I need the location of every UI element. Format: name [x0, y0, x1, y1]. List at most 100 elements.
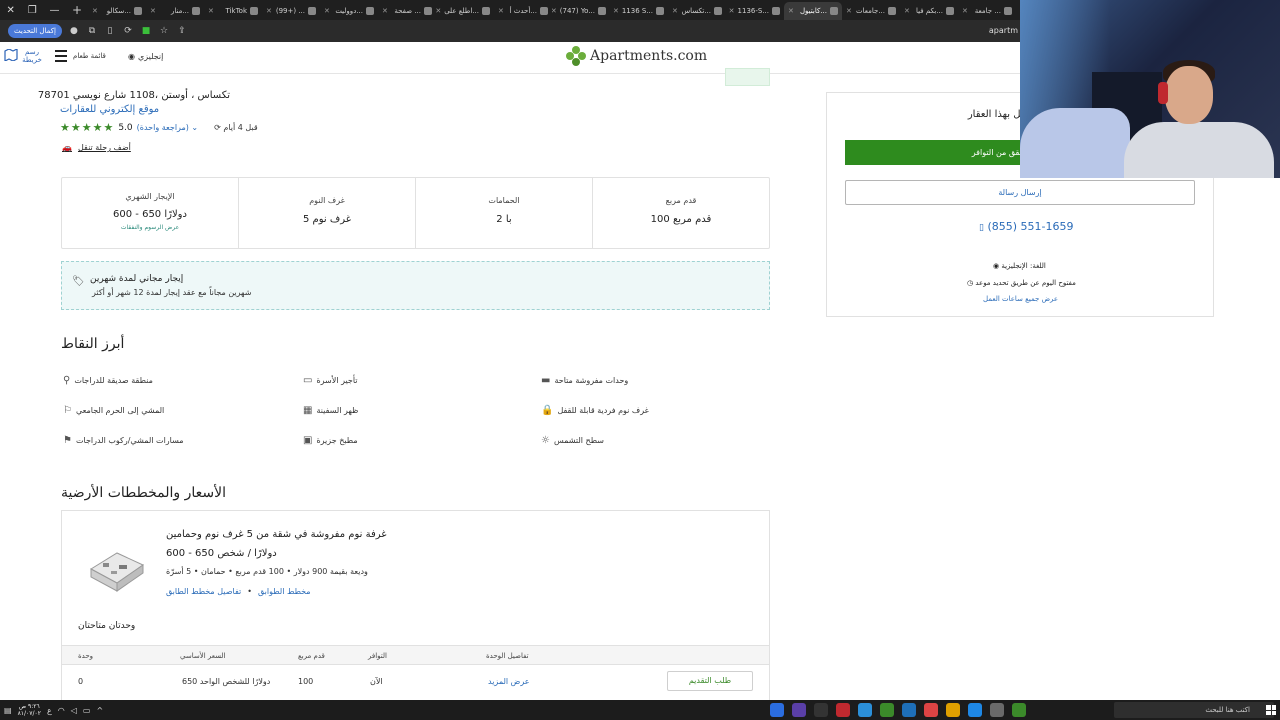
close-window-icon[interactable]: ✕ — [6, 5, 14, 16]
apply-button[interactable]: طلب التقديم — [667, 671, 753, 691]
close-tab-icon[interactable]: ✕ — [92, 7, 98, 15]
browser-tab[interactable]: ✕ 1136-S... — [726, 2, 784, 20]
clock-icon: ◷ — [967, 279, 974, 287]
sync-icon[interactable]: ⟳ — [122, 25, 134, 37]
browser-tab[interactable]: ✕ اطلع على... — [436, 2, 494, 20]
menu-button[interactable]: قائمة طعام — [55, 50, 106, 62]
extension-green-icon[interactable]: ■ — [140, 25, 152, 37]
add-commute-link[interactable]: 🚗 أضف رحلة تنقل — [62, 143, 131, 152]
tab-label: TikTok — [225, 7, 247, 15]
highlight-item: ▣ مطبخ جزيرة — [303, 435, 358, 446]
chevron-up-icon[interactable]: ^ — [96, 706, 103, 715]
close-tab-icon[interactable]: ✕ — [324, 7, 330, 15]
browser-tab[interactable]: ✕ كابتيول... — [784, 2, 842, 20]
restore-window-icon[interactable]: ❐ — [28, 5, 37, 16]
language-indicator[interactable]: ع — [47, 706, 52, 715]
clock[interactable]: ٩:٢٦ ص ٨١/٠٧/٠٢ — [18, 703, 41, 717]
taskbar-app-icon[interactable] — [770, 703, 784, 717]
close-tab-icon[interactable]: ✕ — [846, 7, 852, 15]
new-tab-button[interactable]: + — [66, 3, 88, 17]
taskbar-app-icon[interactable] — [924, 703, 938, 717]
taskbar-app-icon[interactable] — [1012, 703, 1026, 717]
floor-plan-thumbnail[interactable] — [87, 535, 147, 595]
update-button[interactable]: إكمال التحديث — [8, 24, 62, 38]
sidebar-icon[interactable]: ▯ — [104, 25, 116, 37]
browser-tab[interactable]: ✕ جامعات... — [842, 2, 900, 20]
top-banner-box — [725, 68, 770, 86]
taskbar-app-icon[interactable] — [880, 703, 894, 717]
highlight-item: ⚐ المشي إلى الحرم الجامعي — [63, 405, 164, 416]
taskbar-search[interactable]: اكتب هنا للبحث — [1114, 702, 1274, 718]
close-tab-icon[interactable]: ✕ — [208, 7, 214, 15]
browser-tab[interactable]: ✕ أحدث أ... — [494, 2, 552, 20]
fees-link[interactable]: عرض الرسوم والنفقات — [62, 224, 238, 231]
close-tab-icon[interactable]: ✕ — [436, 7, 441, 15]
volume-icon[interactable]: ◁ — [71, 706, 77, 715]
close-tab-icon[interactable]: ✕ — [729, 7, 735, 15]
taskbar-app-icon[interactable] — [814, 703, 828, 717]
close-tab-icon[interactable]: ✕ — [552, 7, 557, 15]
send-message-button[interactable]: إرسال رسالة — [845, 180, 1195, 205]
taskbar-app-icon[interactable] — [946, 703, 960, 717]
close-tab-icon[interactable]: ✕ — [150, 7, 156, 15]
browser-tab[interactable]: ✕ بكم فيا... — [900, 2, 958, 20]
taskbar-app-icon[interactable] — [990, 703, 1004, 717]
profile-icon[interactable]: ● — [68, 25, 80, 37]
language-button[interactable]: ◉ إنجليزي — [128, 52, 163, 61]
browser-tab[interactable]: ✕ منار... — [146, 2, 204, 20]
units-available: وحدتان متاحتان — [78, 621, 136, 631]
tab-label: 1136 S... — [621, 7, 653, 15]
close-tab-icon[interactable]: ✕ — [266, 7, 272, 15]
taskbar-apps — [770, 703, 1026, 717]
plan-price: 600 - 650 دولارًا / شخص — [166, 548, 277, 559]
taskbar-app-icon[interactable] — [792, 703, 806, 717]
hours-link[interactable]: عرض جميع ساعات العمل — [983, 295, 1058, 303]
browser-tab[interactable]: ✕ 1136 S... — [610, 2, 668, 20]
stat-value: 600 - 650 دولارًا — [113, 209, 187, 220]
map-button[interactable]: رسم خريطة — [4, 48, 43, 64]
floor-plan-details-link[interactable]: تفاصيل مخطط الطابق — [166, 587, 241, 596]
hamburger-icon — [55, 50, 67, 62]
browser-tab[interactable]: ✕ دووليت... — [320, 2, 378, 20]
battery-icon[interactable]: ▭ — [83, 706, 91, 715]
browser-tab[interactable]: ✕ جامعة ... — [958, 2, 1016, 20]
browser-tab[interactable]: ✕ تكساس... — [668, 2, 726, 20]
reviews-link[interactable]: (مراجعة واحدة) ⌄ — [137, 123, 198, 132]
close-tab-icon[interactable]: ✕ — [788, 7, 794, 15]
site-logo[interactable]: Apartments.com — [566, 46, 707, 66]
taskbar-app-icon[interactable] — [836, 703, 850, 717]
updated-label: قبل 4 أيام — [223, 123, 258, 132]
share-icon[interactable]: ⇪ — [176, 25, 188, 37]
browser-tab[interactable]: ✕ صفحة ... — [378, 2, 436, 20]
windows-start-icon[interactable] — [1266, 705, 1276, 715]
address-bar[interactable]: apartm — [989, 26, 1018, 35]
close-tab-icon[interactable]: ✕ — [672, 7, 678, 15]
show-more-link[interactable]: عرض المزيد — [488, 677, 530, 686]
wifi-icon[interactable]: ◠ — [58, 706, 65, 715]
property-website-link[interactable]: موقع إلكتروني للعقارات — [60, 104, 159, 115]
taskbar-app-icon[interactable] — [902, 703, 916, 717]
browser-tab[interactable]: ✕ TikTok — [204, 2, 262, 20]
stat-label: غرف النوم — [309, 196, 345, 205]
kitchen-icon: ▣ — [303, 435, 313, 446]
clock-time: ٩:٢٦ ص — [18, 703, 40, 710]
close-tab-icon[interactable]: ✕ — [498, 7, 504, 15]
browser-tab[interactable]: ✕ (747) Yo... — [552, 2, 610, 20]
phone-number: (855) 551-1659 — [987, 220, 1074, 233]
browser-tab[interactable]: ✕ سكالو... — [88, 2, 146, 20]
close-tab-icon[interactable]: ✕ — [962, 7, 968, 15]
minimize-window-icon[interactable]: — — [50, 5, 60, 16]
floor-plans-link[interactable]: مخطط الطوابق — [258, 587, 311, 596]
close-tab-icon[interactable]: ✕ — [613, 7, 619, 15]
notification-icon[interactable]: ▤ — [4, 706, 12, 715]
phone-link[interactable]: ▯ (855) 551-1659 — [979, 220, 1074, 233]
favicon-icon — [772, 7, 780, 15]
star-icon[interactable]: ☆ — [158, 25, 170, 37]
taskbar-app-icon[interactable] — [968, 703, 982, 717]
highlight-label: تأجير الأسرة — [316, 376, 358, 385]
close-tab-icon[interactable]: ✕ — [382, 7, 388, 15]
browser-tab[interactable]: ✕ (99+) ... — [262, 2, 320, 20]
taskbar-app-icon[interactable] — [858, 703, 872, 717]
extensions-icon[interactable]: ⧉ — [86, 25, 98, 37]
close-tab-icon[interactable]: ✕ — [904, 7, 910, 15]
